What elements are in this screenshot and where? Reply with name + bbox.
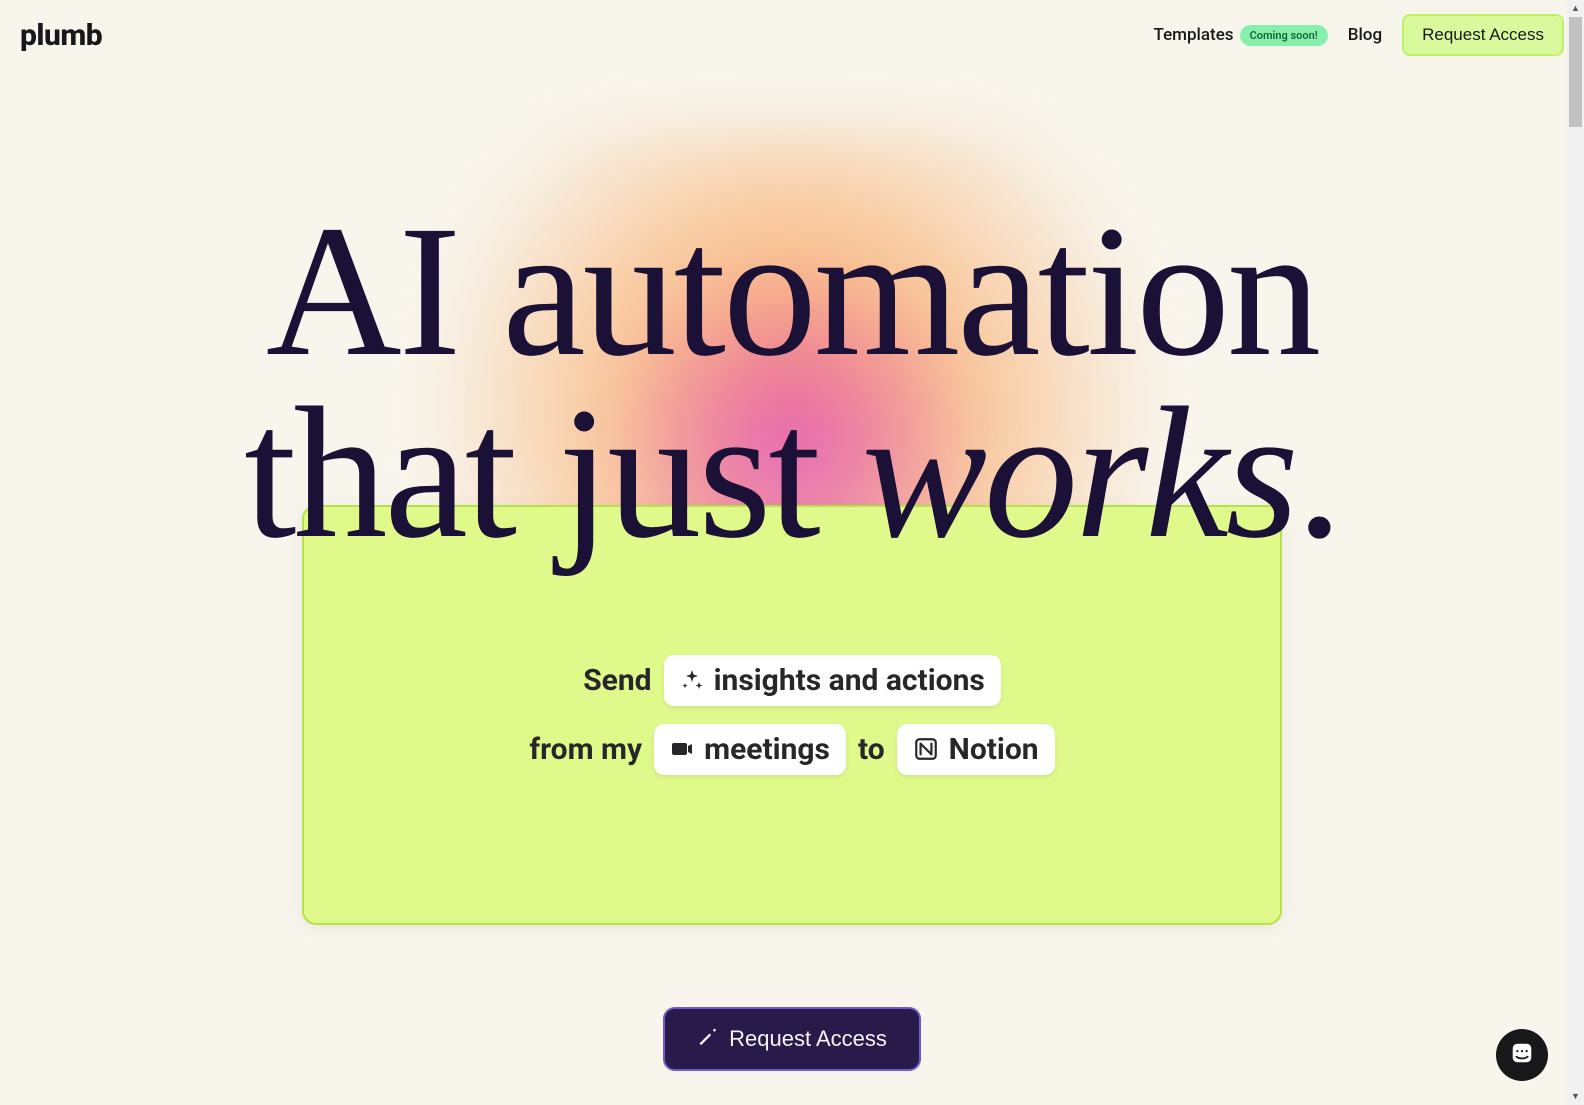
sentence-word-to: to [858,732,885,767]
hero-section: AI automation that just works. Send insi… [0,70,1584,1071]
sparkles-icon [680,668,704,692]
notion-icon [913,736,939,762]
scrollbar-track[interactable] [1567,17,1584,1088]
intercom-icon [1509,1040,1535,1070]
sentence-word-send: Send [583,663,651,698]
brand-logo[interactable]: plumb [20,18,102,53]
chip-insights[interactable]: insights and actions [664,655,1001,706]
nav-blog-label: Blog [1348,25,1382,45]
request-access-label: Request Access [1422,25,1544,44]
top-nav: Templates Coming soon! Blog Request Acce… [1154,14,1565,56]
scrollbar-thumb[interactable] [1569,17,1582,127]
sentence-line2: from my meetings to Notion [529,724,1054,775]
scrollbar-down-arrow[interactable]: ▼ [1567,1088,1584,1105]
nav-templates-label: Templates [1154,25,1234,45]
header: plumb Templates Coming soon! Blog Reques… [0,0,1584,70]
scrollbar-up-arrow[interactable]: ▲ [1567,0,1584,17]
sentence-word-frommy: from my [529,732,642,767]
chip-notion[interactable]: Notion [897,724,1055,775]
headline-line2-part2: . [1296,368,1340,577]
headline: AI automation that just works. [244,200,1340,565]
wand-icon [697,1026,717,1052]
video-icon [670,737,694,761]
intercom-launcher[interactable] [1496,1029,1548,1081]
nav-blog[interactable]: Blog [1348,25,1382,45]
request-access-button-cta[interactable]: Request Access [663,1007,921,1071]
coming-soon-badge: Coming soon! [1240,25,1328,46]
headline-line1: AI automation [266,186,1318,395]
request-access-button-header[interactable]: Request Access [1402,14,1564,56]
headline-emphasis: works [862,368,1296,577]
headline-line2-part1: that just [244,368,862,577]
brand-name: plumb [20,18,102,53]
sentence-line1: Send insights and actions [583,655,1001,706]
chip-meetings[interactable]: meetings [654,724,846,775]
chip-meetings-label: meetings [704,732,830,767]
chip-insights-label: insights and actions [714,663,985,698]
cta-label: Request Access [729,1026,887,1052]
nav-templates[interactable]: Templates Coming soon! [1154,25,1328,46]
chip-notion-label: Notion [949,732,1039,767]
vertical-scrollbar[interactable]: ▲ ▼ [1567,0,1584,1105]
